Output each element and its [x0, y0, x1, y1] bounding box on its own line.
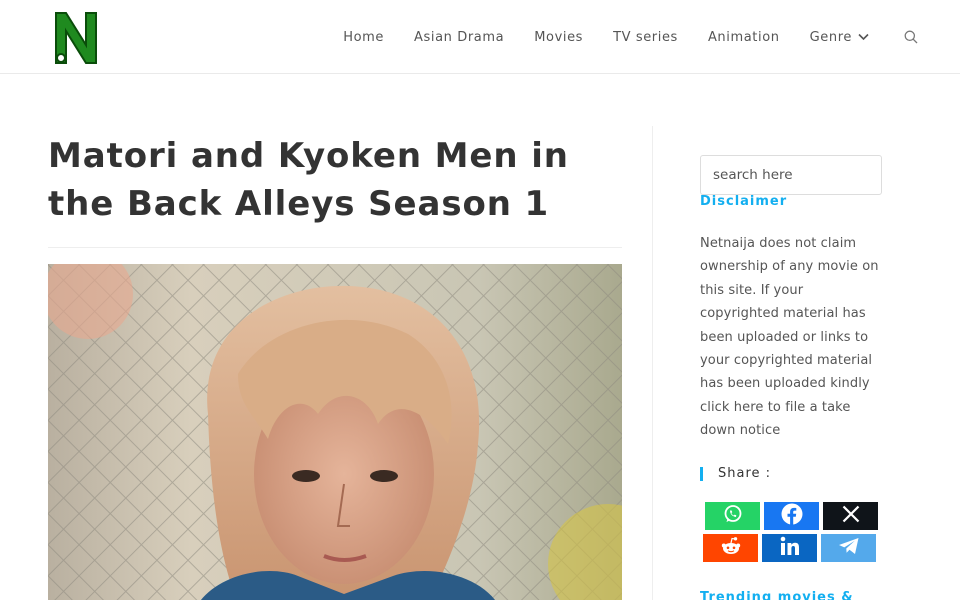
share-title: Share : [700, 466, 882, 481]
nav-item-genre[interactable]: Genre [795, 30, 884, 45]
nav-item-movies[interactable]: Movies [519, 30, 598, 45]
disclaimer-text: Netnaija does not claim ownership of any… [700, 236, 879, 439]
search-icon[interactable] [884, 30, 918, 44]
featured-image[interactable] [48, 264, 622, 600]
main-nav: Home Asian Drama Movies TV series Animat… [328, 0, 918, 74]
telegram-icon [838, 537, 860, 559]
linkedin-share-button[interactable] [762, 533, 817, 562]
disclaimer-title: Disclaimer [700, 194, 788, 209]
chevron-down-icon [858, 33, 869, 41]
trending-title: Trending movies & [700, 590, 854, 600]
telegram-share-button[interactable] [821, 533, 876, 562]
whatsapp-icon [723, 504, 743, 528]
reddit-icon [720, 536, 742, 560]
nav-item-asian-drama[interactable]: Asian Drama [399, 30, 519, 45]
nav-item-home[interactable]: Home [328, 30, 399, 45]
share-row-top [700, 501, 882, 530]
facebook-icon [781, 503, 803, 529]
x-share-button[interactable] [823, 501, 878, 530]
title-divider [48, 247, 622, 248]
linkedin-icon [780, 536, 800, 560]
nav-label: Genre [809, 29, 852, 45]
nav-item-tv-series[interactable]: TV series [598, 30, 693, 45]
nav-label: Animation [707, 29, 780, 45]
search-input[interactable] [700, 155, 882, 195]
nav-label: Asian Drama [414, 29, 505, 45]
share-row-bottom [700, 533, 882, 562]
reddit-share-button[interactable] [703, 533, 758, 562]
nav-item-animation[interactable]: Animation [693, 30, 795, 45]
nav-label: Movies [534, 29, 584, 45]
sidebar: Disclaimer Netnaija does not claim owner… [700, 155, 882, 562]
nav-label: TV series [613, 29, 678, 45]
article: Matori and Kyoken Men in the Back Alleys… [48, 126, 622, 600]
facebook-share-button[interactable] [764, 501, 819, 530]
whatsapp-share-button[interactable] [705, 501, 760, 530]
column-divider [652, 126, 653, 600]
page-title: Matori and Kyoken Men in the Back Alleys… [48, 136, 569, 224]
x-icon [842, 505, 860, 527]
nav-label: Home [343, 29, 385, 45]
site-header: Home Asian Drama Movies TV series Animat… [0, 0, 960, 74]
site-logo[interactable] [52, 9, 100, 67]
